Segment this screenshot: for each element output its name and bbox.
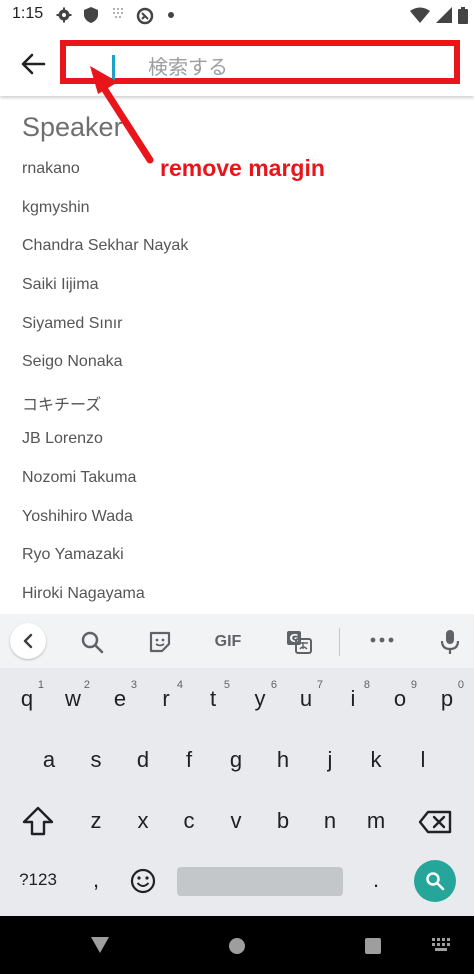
key-k[interactable]: k	[357, 737, 395, 783]
list-item[interactable]: JB Lorenzo	[22, 430, 103, 448]
search-input[interactable]	[148, 52, 448, 82]
key-e[interactable]: e3	[101, 676, 139, 722]
key-h[interactable]: h	[264, 737, 302, 783]
key-u[interactable]: u7	[287, 676, 325, 722]
key-label: y	[254, 686, 266, 711]
key-t[interactable]: t5	[194, 676, 232, 722]
key-hint: 5	[223, 679, 230, 691]
collapse-toolbar-button[interactable]	[10, 623, 46, 659]
key-o[interactable]: o9	[381, 676, 419, 722]
chevron-left-icon	[23, 633, 33, 649]
recents-nav-icon[interactable]	[364, 937, 382, 955]
key-l[interactable]: l	[404, 737, 442, 783]
key-v[interactable]: v	[217, 798, 255, 844]
key-hint: 2	[83, 679, 90, 691]
search-action-icon	[426, 872, 445, 891]
navigation-bar	[0, 916, 474, 974]
sticker-icon[interactable]	[148, 630, 172, 654]
keyboard-toolbar: GIF G	[0, 614, 474, 668]
key-label: q	[20, 686, 34, 711]
key-i[interactable]: i8	[334, 676, 372, 722]
key-label: e	[113, 686, 127, 711]
search-icon[interactable]	[80, 630, 104, 654]
signal-icon	[436, 7, 452, 23]
list-item[interactable]: Nozomi Takuma	[22, 469, 136, 487]
key-label: o	[393, 686, 407, 711]
emoji-icon[interactable]	[130, 868, 156, 894]
key-n[interactable]: n	[311, 798, 349, 844]
annotation-label: remove margin	[160, 155, 325, 181]
shield-icon	[84, 7, 98, 23]
key-q[interactable]: q1	[8, 676, 46, 722]
list-item[interactable]: Seigo Nonaka	[22, 353, 123, 371]
key-hint: 1	[37, 679, 44, 691]
list-item[interactable]: Siyamed Sınır	[22, 315, 122, 333]
key-a[interactable]: a	[30, 737, 68, 783]
gif-button[interactable]: GIF	[212, 631, 244, 653]
key-label: i	[350, 686, 356, 711]
app-bar	[0, 30, 474, 96]
key-label: t	[209, 686, 217, 711]
backspace-icon[interactable]	[418, 810, 452, 834]
key-g[interactable]: g	[217, 737, 255, 783]
dots-grid-icon	[113, 8, 123, 18]
list-item[interactable]: Hiroki Nagayama	[22, 585, 145, 603]
keyboard: GIF G q1 w2 e3 r4 t5 y6 u7 i8 o9 p0 a s …	[0, 614, 474, 916]
status-bar: 1:15	[0, 0, 474, 30]
key-w[interactable]: w2	[54, 676, 92, 722]
more-icon[interactable]	[370, 636, 394, 644]
key-f[interactable]: f	[170, 737, 208, 783]
key-r[interactable]: r4	[147, 676, 185, 722]
notification-dot-icon	[168, 12, 174, 18]
annotation-arrow-icon	[90, 66, 154, 164]
key-hint: 9	[410, 679, 417, 691]
key-label: u	[299, 686, 313, 711]
home-nav-icon[interactable]	[228, 937, 246, 955]
key-y[interactable]: y6	[241, 676, 279, 722]
microphone-icon[interactable]	[440, 629, 460, 655]
key-hint: 8	[363, 679, 370, 691]
key-hint: 4	[176, 679, 183, 691]
key-d[interactable]: d	[124, 737, 162, 783]
list-item[interactable]: Saiki Iijima	[22, 276, 98, 294]
key-z[interactable]: z	[77, 798, 115, 844]
list-item[interactable]: Yoshihiro Wada	[22, 508, 133, 526]
key-label: w	[65, 686, 81, 711]
list-item[interactable]: Chandra Sekhar Nayak	[22, 237, 188, 255]
translate-icon[interactable]: G	[286, 630, 312, 654]
key-hint: 7	[316, 679, 323, 691]
list-item[interactable]: Ryo Yamazaki	[22, 546, 124, 564]
key-p[interactable]: p0	[428, 676, 466, 722]
key-hint: 6	[270, 679, 277, 691]
key-hint: 0	[457, 679, 464, 691]
back-nav-icon[interactable]	[90, 936, 110, 954]
key-j[interactable]: j	[311, 737, 349, 783]
status-time: 1:15	[12, 5, 44, 22]
key-m[interactable]: m	[357, 798, 395, 844]
key-c[interactable]: c	[170, 798, 208, 844]
key-x[interactable]: x	[124, 798, 162, 844]
key-label: r	[162, 686, 170, 711]
shift-icon[interactable]	[22, 806, 54, 836]
key-b[interactable]: b	[264, 798, 302, 844]
symbols-key[interactable]: ?123	[10, 860, 66, 900]
key-period[interactable]: .	[357, 857, 395, 903]
list-item[interactable]: kgmyshin	[22, 199, 90, 217]
wifi-icon	[410, 7, 430, 23]
key-hint: 3	[130, 679, 137, 691]
battery-icon	[458, 7, 468, 24]
toolbar-divider	[339, 628, 340, 656]
keyboard-switch-icon[interactable]	[432, 938, 452, 952]
key-label: p	[440, 686, 454, 711]
list-item[interactable]: コキチーズ	[22, 391, 101, 415]
data-saver-icon	[136, 7, 154, 25]
space-bar[interactable]	[177, 867, 343, 896]
list-item[interactable]: rnakano	[22, 160, 80, 178]
key-s[interactable]: s	[77, 737, 115, 783]
back-arrow-icon[interactable]	[18, 50, 50, 78]
key-comma[interactable]: ,	[77, 857, 115, 903]
search-key[interactable]	[414, 860, 456, 902]
settings-icon	[56, 7, 72, 23]
